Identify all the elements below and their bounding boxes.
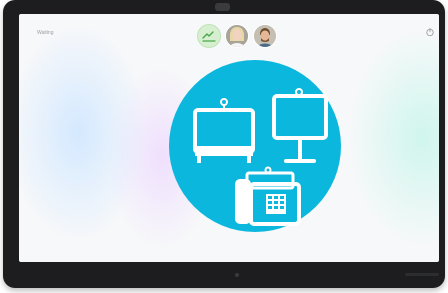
room-kit-icon [193, 98, 255, 163]
person-avatar-icon [254, 25, 276, 47]
device-screen: Waiting [19, 14, 439, 262]
camera-icon [215, 3, 230, 11]
whiteboard-icon [202, 31, 216, 42]
status-text: Waiting [37, 30, 54, 36]
participant-avatar-man[interactable] [253, 24, 277, 48]
devices-illustration [169, 60, 341, 232]
person-avatar-icon [226, 25, 248, 47]
stage: Waiting [0, 0, 448, 293]
speaker-slot [405, 273, 439, 276]
home-sensor-dot [235, 273, 239, 277]
participant-avatar-woman[interactable] [225, 24, 249, 48]
whiteboard-participant-button[interactable] [197, 24, 221, 48]
power-icon[interactable] [425, 27, 435, 37]
device-bezel: Waiting [3, 0, 445, 288]
desk-display-icon [272, 88, 328, 163]
ip-phone-icon [235, 166, 301, 226]
